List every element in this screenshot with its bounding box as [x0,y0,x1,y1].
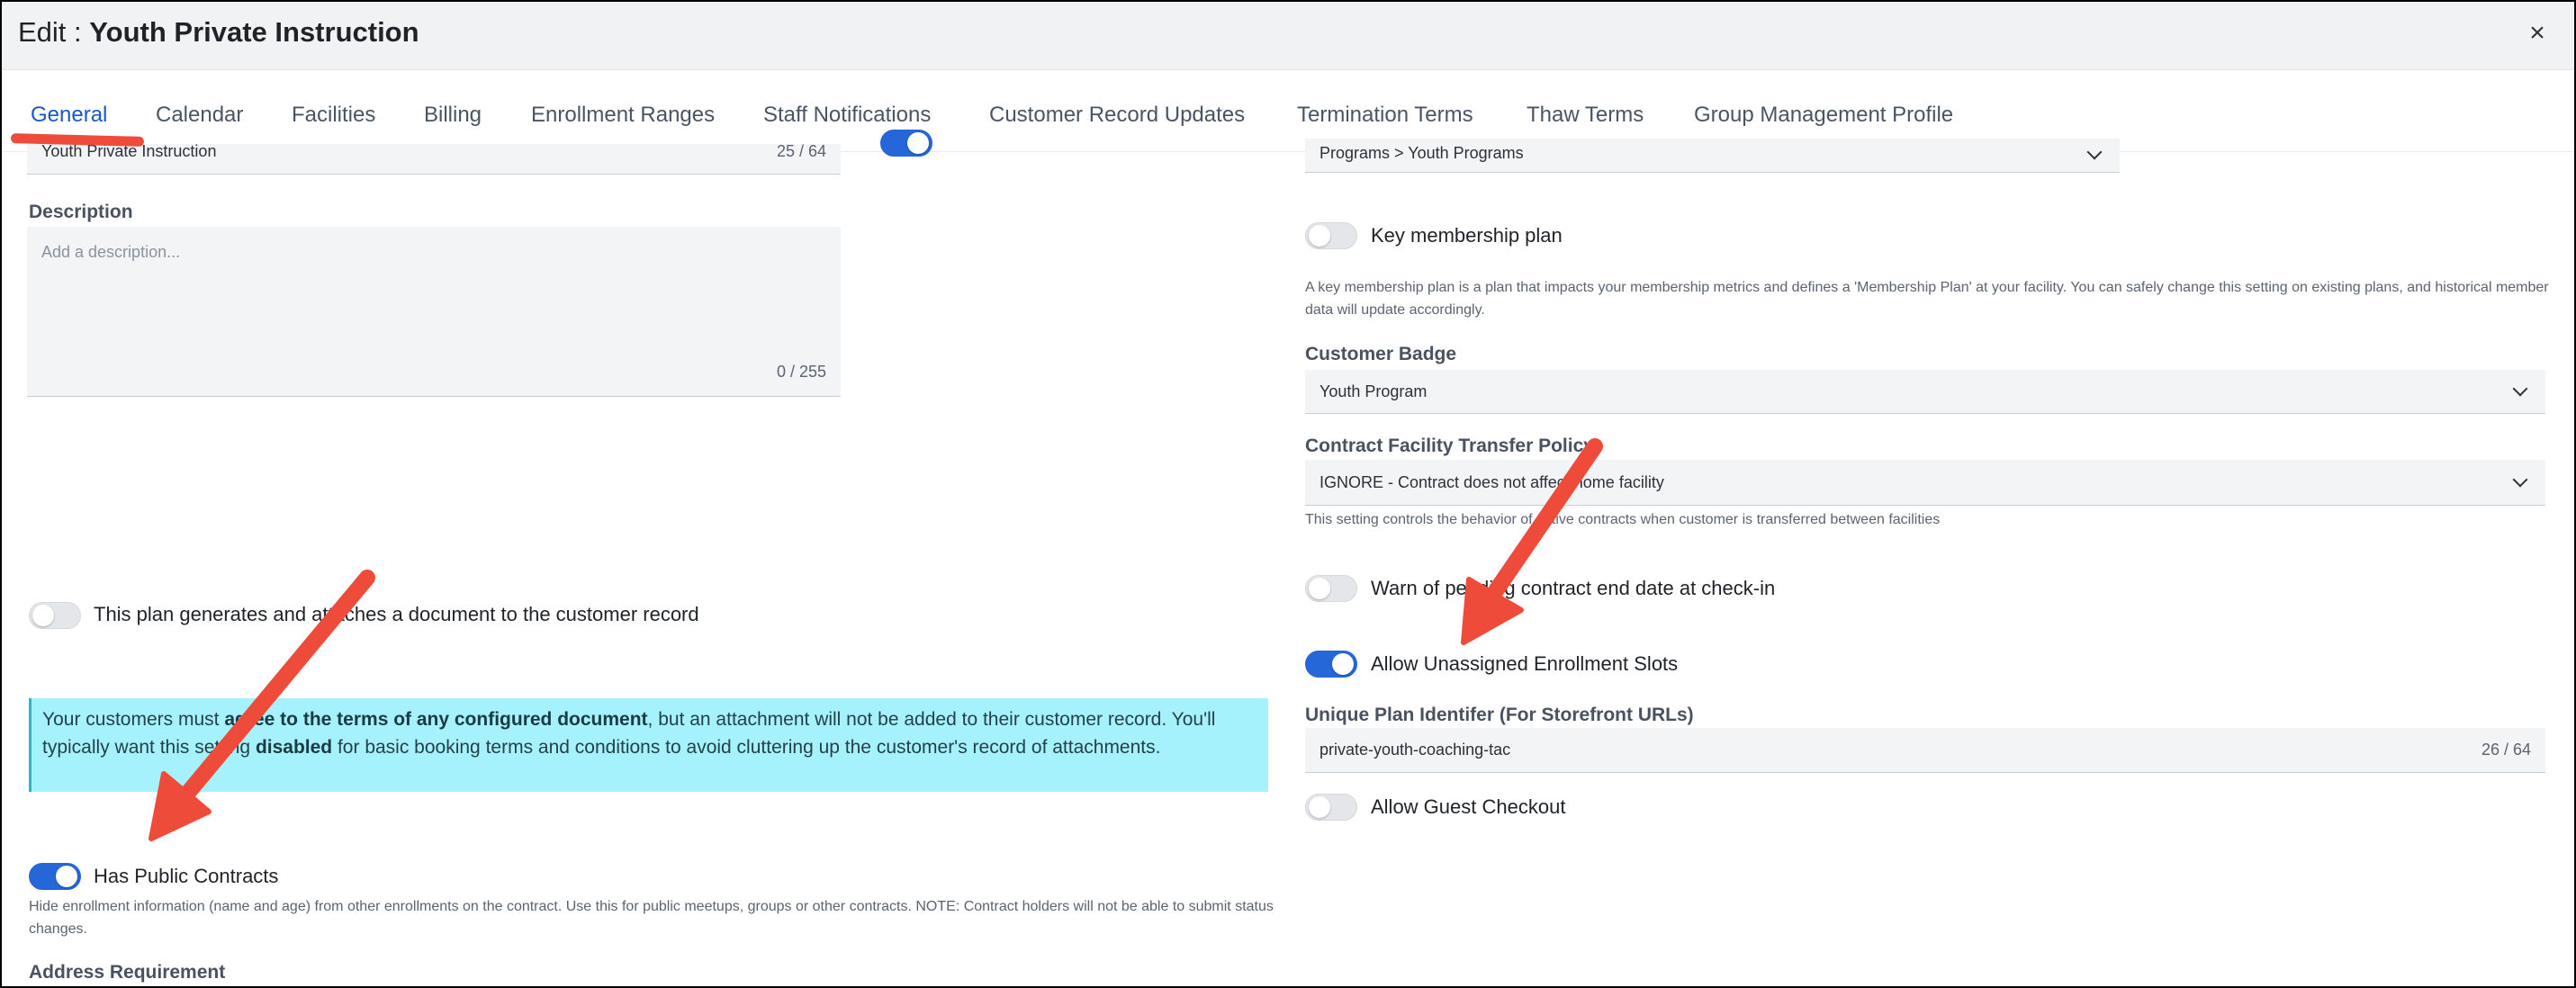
toggle-knob [1309,225,1330,247]
description-field[interactable]: Add a description... 0 / 255 [27,227,841,397]
transfer-policy-label: Contract Facility Transfer Policy [1305,436,1594,456]
unique-identifier-label: Unique Plan Identifer (For Storefront UR… [1305,705,1694,725]
transfer-policy-select[interactable]: IGNORE - Contract does not affect home f… [1305,460,2545,506]
title-prefix: Edit : [18,16,90,48]
partial-toggle[interactable] [880,130,932,157]
notice-text-1: Your customers must [42,709,225,730]
tab-general[interactable]: General [31,103,107,128]
document-toggle-label: This plan generates and attaches a docum… [94,603,699,625]
unassigned-slots-toggle[interactable] [1305,651,1357,678]
chevron-down-icon [2512,381,2528,397]
public-contracts-toggle[interactable] [29,863,81,890]
description-placeholder: Add a description... [41,243,181,261]
chevron-down-icon [2086,144,2103,160]
tab-billing[interactable]: Billing [424,103,482,128]
plan-name-value: Youth Private Instruction [41,144,217,160]
close-icon[interactable]: × [2522,18,2553,49]
transfer-policy-helper: This setting controls the behavior of ac… [1305,512,1941,527]
category-value: Programs > Youth Programs [1320,144,1524,162]
toggle-knob [1309,796,1330,818]
warn-pending-toggle[interactable] [1305,575,1357,602]
toggle-knob [56,866,77,887]
plan-name-counter: 25 / 64 [776,144,826,160]
notice-bold-2: disabled [255,737,333,758]
notice-bold-1: agree to the terms of any configured doc… [224,709,648,730]
key-membership-helper: A key membership plan is a plan that imp… [1305,280,2549,318]
toggle-knob [907,132,929,154]
tab-enrollment-ranges[interactable]: Enrollment Ranges [531,103,715,128]
description-label: Description [29,202,133,222]
tab-bar: General Calendar Facilities Billing Enro… [2,70,2574,152]
tab-termination-terms[interactable]: Termination Terms [1297,103,1473,128]
tab-calendar[interactable]: Calendar [156,103,243,128]
unassigned-slots-label: Allow Unassigned Enrollment Slots [1371,652,1679,675]
customer-badge-select[interactable]: Youth Program [1305,370,2545,414]
title-plan-name: Youth Private Instruction [89,16,419,48]
edit-dialog: Edit : Youth Private Instruction × Gener… [0,0,2576,988]
dialog-header: Edit : Youth Private Instruction × [2,2,2574,70]
notice-text-3: for basic booking terms and conditions t… [332,737,1161,758]
toggle-knob [32,605,54,626]
tab-customer-record-updates[interactable]: Customer Record Updates [989,103,1245,128]
public-contracts-helper: Hide enrollment information (name and ag… [29,899,1274,937]
transfer-policy-value: IGNORE - Contract does not affect home f… [1320,473,1664,491]
guest-checkout-toggle[interactable] [1305,794,1357,821]
customer-badge-label: Customer Badge [1305,344,1457,364]
category-select[interactable]: Programs > Youth Programs [1305,139,2120,173]
info-notice: Your customers must agree to the terms o… [29,698,1268,792]
tab-thaw-terms[interactable]: Thaw Terms [1527,103,1644,128]
toggle-knob [1332,653,1354,675]
key-membership-toggle[interactable] [1305,222,1357,249]
customer-badge-value: Youth Program [1320,382,1428,400]
chevron-down-icon [2512,472,2528,488]
public-contracts-label: Has Public Contracts [94,865,279,887]
address-requirement-label: Address Requirement [29,962,226,983]
unique-identifier-counter: 26 / 64 [2481,741,2531,759]
tab-group-management-profile[interactable]: Group Management Profile [1694,103,1953,128]
unique-identifier-value: private-youth-coaching-tac [1320,741,1511,759]
tab-staff-notifications[interactable]: Staff Notifications [763,103,931,128]
warn-pending-label: Warn of pending contract end date at che… [1371,577,1776,599]
toggle-knob [1309,578,1330,599]
key-membership-label: Key membership plan [1371,224,1563,247]
plan-name-field[interactable]: Youth Private Instruction 25 / 64 [27,144,841,175]
unique-identifier-field[interactable]: private-youth-coaching-tac 26 / 64 [1305,728,2545,773]
guest-checkout-label: Allow Guest Checkout [1371,795,1566,818]
description-counter: 0 / 255 [776,363,826,381]
dialog-title: Edit : Youth Private Instruction [18,16,419,49]
tab-facilities[interactable]: Facilities [292,103,375,128]
document-toggle[interactable] [29,602,81,629]
